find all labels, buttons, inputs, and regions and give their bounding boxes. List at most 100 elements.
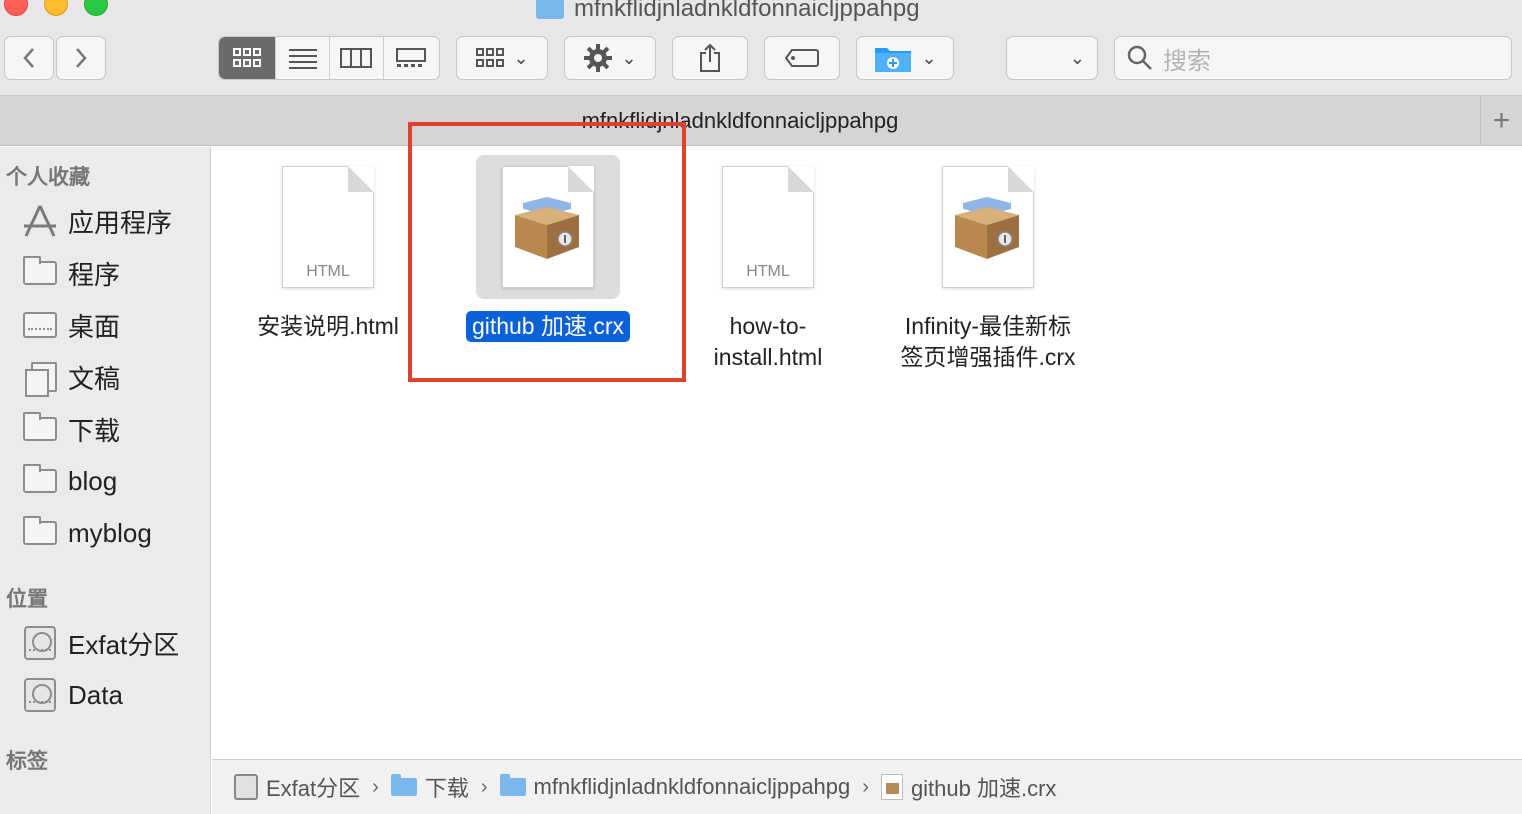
grid-icon — [233, 48, 262, 67]
toolbar-dropdown[interactable]: ⌄ — [1006, 36, 1098, 80]
path-separator: › — [372, 775, 379, 798]
sidebar-item-exfat[interactable]: Exfat分区 — [22, 623, 179, 663]
file-name: how-to- install.html — [708, 311, 829, 373]
columns-icon — [340, 48, 373, 68]
tab-current[interactable]: mfnkflidjnladnkldfonnaicljppahpg — [0, 96, 1480, 146]
path-bar: Exfat分区 › 下载 › mfnkflidjnladnkldfonnaicl… — [212, 759, 1522, 814]
package-box-icon — [955, 197, 1019, 259]
sidebar-header-locations: 位置 — [6, 588, 48, 611]
file-kind-label: HTML — [306, 263, 350, 280]
chevron-left-icon — [23, 48, 34, 68]
path-separator: › — [480, 775, 488, 798]
chevron-down-icon: ⌄ — [621, 47, 637, 68]
file-name-line: 签页增强插件.crx — [900, 344, 1076, 370]
tab-bar: mfnkflidjnladnkldfonnaicljppahpg + — [0, 96, 1522, 146]
sidebar-item-documents[interactable]: 文稿 — [22, 357, 120, 397]
path-separator: › — [862, 775, 869, 798]
column-view-button[interactable] — [330, 37, 384, 79]
crx-package-icon — [880, 774, 903, 800]
gallery-icon — [396, 48, 427, 67]
folder-icon — [499, 774, 526, 796]
tag-button[interactable] — [764, 36, 840, 80]
file-name: 安装说明.html — [257, 313, 399, 339]
html-file-icon: HTML — [256, 155, 400, 299]
list-view-button[interactable] — [276, 37, 330, 79]
file-item[interactable]: HTML 安装说明.html — [218, 155, 438, 342]
zoom-window-button[interactable] — [84, 0, 108, 16]
window-title: mfnkflidjnladnkldfonnaicljppahpg — [536, 0, 920, 24]
sidebar-item-data[interactable]: Data — [22, 675, 123, 715]
chevron-right-icon — [76, 48, 87, 68]
view-mode-control — [218, 36, 440, 80]
new-tab-button[interactable]: + — [1480, 96, 1522, 146]
file-name-line: Infinity-最佳新标 — [904, 313, 1072, 339]
icon-view-button[interactable] — [219, 37, 277, 79]
sidebar-item-blog[interactable]: blog — [22, 461, 117, 501]
sidebar-item-downloads[interactable]: 下载 — [22, 409, 120, 449]
gallery-view-button[interactable] — [384, 37, 439, 79]
file-kind-label: HTML — [746, 263, 790, 280]
sidebar-item-label: Data — [68, 679, 123, 710]
folder-icon — [23, 516, 57, 545]
folder-icon — [23, 412, 57, 441]
sidebar-item-label: 下载 — [68, 415, 121, 446]
sidebar-header-tags: 标签 — [6, 750, 48, 773]
minimize-window-button[interactable] — [44, 0, 68, 16]
group-by-button[interactable]: ⌄ — [456, 36, 548, 80]
folder-icon — [536, 0, 564, 19]
sidebar-item-label: 桌面 — [68, 311, 121, 342]
sidebar-header-favorites: 个人收藏 — [6, 166, 90, 189]
file-item[interactable]: HTML how-to- install.html — [658, 155, 878, 373]
sidebar-item-label: 应用程序 — [68, 207, 173, 238]
file-name-line: install.html — [713, 344, 823, 370]
search-field[interactable]: 搜索 — [1114, 36, 1512, 80]
applications-icon — [22, 205, 58, 237]
share-button[interactable] — [672, 36, 748, 80]
sidebar-item-label: myblog — [68, 517, 152, 548]
desktop-icon — [23, 312, 57, 338]
folder-icon — [23, 464, 57, 493]
path-item[interactable]: mfnkflidjnladnkldfonnaicljppahpg — [534, 774, 851, 800]
folder-icon — [23, 256, 57, 285]
file-name: Infinity-最佳新标 签页增强插件.crx — [894, 311, 1081, 373]
chevron-down-icon: ⌄ — [921, 47, 937, 68]
sidebar-item-desktop[interactable]: 桌面 — [22, 305, 120, 345]
file-name-line: how-to- — [729, 313, 807, 339]
close-window-button[interactable] — [4, 0, 28, 16]
new-folder-button[interactable]: ⌄ — [856, 36, 954, 80]
sidebar: 个人收藏 应用程序 程序 桌面 文稿 下载 blog myblog 位置 Exf… — [0, 147, 211, 814]
forward-button[interactable] — [56, 36, 106, 80]
action-menu-button[interactable]: ⌄ — [564, 36, 656, 80]
path-item[interactable]: github 加速.crx — [911, 771, 1057, 803]
window-title-text: mfnkflidjnladnkldfonnaicljppahpg — [574, 0, 920, 22]
crx-package-icon — [916, 155, 1060, 299]
chevron-down-icon: ⌄ — [513, 47, 529, 68]
search-icon — [1127, 45, 1152, 70]
disk-icon — [24, 678, 56, 712]
sidebar-item-label: 程序 — [68, 259, 121, 290]
window-toolbar: mfnkflidjnladnkldfonnaicljppahpg ⌄ ⌄ ⌄ ⌄… — [0, 0, 1522, 96]
path-item[interactable]: 下载 — [425, 771, 469, 803]
disk-icon — [234, 774, 258, 800]
gear-icon — [584, 44, 613, 72]
folder-icon — [390, 774, 417, 796]
sidebar-item-myblog[interactable]: myblog — [22, 513, 152, 553]
file-item[interactable]: Infinity-最佳新标 签页增强插件.crx — [878, 155, 1098, 373]
grid-icon — [476, 48, 505, 67]
chevron-down-icon: ⌄ — [1069, 47, 1085, 68]
sidebar-item-label: 文稿 — [68, 363, 121, 394]
sidebar-item-label: Exfat分区 — [68, 629, 180, 660]
back-button[interactable] — [4, 36, 54, 80]
disk-icon — [24, 626, 56, 660]
sidebar-item-label: blog — [68, 465, 118, 496]
documents-icon — [25, 362, 57, 397]
share-icon — [700, 43, 720, 72]
sidebar-item-applications[interactable]: 应用程序 — [22, 201, 172, 241]
sidebar-item-programs[interactable]: 程序 — [22, 253, 120, 293]
path-item[interactable]: Exfat分区 — [266, 771, 360, 803]
search-placeholder: 搜索 — [1163, 47, 1211, 75]
tag-icon — [784, 49, 819, 67]
list-icon — [288, 49, 317, 69]
folder-plus-icon — [875, 48, 912, 72]
html-file-icon: HTML — [696, 155, 840, 299]
